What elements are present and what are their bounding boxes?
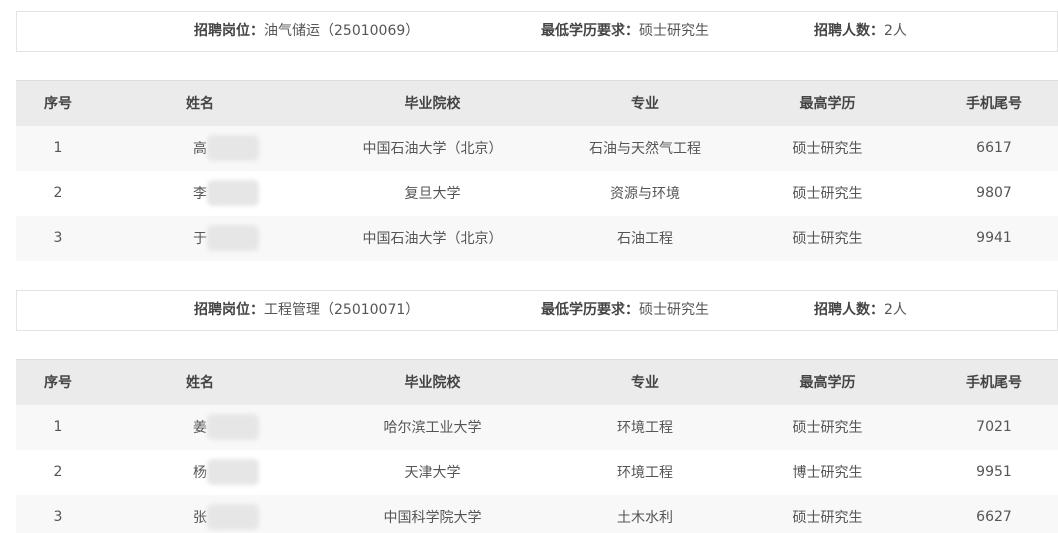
cell-phone: 6617 (930, 125, 1058, 171)
position-value: 油气储运（25010069） (264, 23, 420, 39)
min-education-label: 最低学历要求： (541, 23, 639, 39)
cell-name: 姜 (100, 404, 300, 450)
cell-phone: 9951 (930, 449, 1058, 495)
hire-count-label: 招聘人数： (814, 302, 884, 318)
cell-school: 复旦大学 (300, 170, 565, 216)
header-major: 专业 (565, 359, 725, 405)
position-info-bar: 招聘岗位：工程管理（25010071） 最低学历要求：硕士研究生 招聘人数：2人 (16, 290, 1058, 331)
name-mask (207, 413, 259, 440)
cell-no: 2 (16, 170, 100, 216)
cell-degree: 硕士研究生 (725, 125, 930, 171)
position-info-bar: 招聘岗位：油气储运（25010069） 最低学历要求：硕士研究生 招聘人数：2人 (16, 11, 1058, 52)
header-phone: 手机尾号 (930, 359, 1058, 405)
table-row: 2 李 复旦大学 资源与环境 硕士研究生 9807 (16, 170, 1058, 216)
header-degree: 最高学历 (725, 80, 930, 126)
cell-school: 哈尔滨工业大学 (300, 404, 565, 450)
cell-phone: 7021 (930, 404, 1058, 450)
cell-degree: 硕士研究生 (725, 170, 930, 216)
header-no: 序号 (16, 80, 100, 126)
position-section: 招聘岗位：油气储运（25010069） 最低学历要求：硕士研究生 招聘人数：2人… (16, 11, 1058, 261)
header-school: 毕业院校 (300, 80, 565, 126)
cell-name: 高 (100, 125, 300, 171)
min-education-value: 硕士研究生 (639, 302, 709, 318)
position-field: 招聘岗位：油气储运（25010069） (194, 12, 419, 51)
cell-degree: 硕士研究生 (725, 215, 930, 261)
position-section: 招聘岗位：工程管理（25010071） 最低学历要求：硕士研究生 招聘人数：2人… (16, 290, 1058, 533)
name-text: 李 (193, 186, 207, 202)
hire-count-value: 2人 (884, 302, 907, 318)
name-text: 张 (193, 510, 207, 526)
cell-no: 3 (16, 215, 100, 261)
hire-count-value: 2人 (884, 23, 907, 39)
table-row: 1 高 中国石油大学（北京） 石油与天然气工程 硕士研究生 6617 (16, 125, 1058, 171)
position-label: 招聘岗位： (194, 23, 264, 39)
name-mask (207, 224, 259, 251)
cell-name: 于 (100, 215, 300, 261)
min-education-value: 硕士研究生 (639, 23, 709, 39)
position-field: 招聘岗位：工程管理（25010071） (194, 291, 419, 330)
header-major: 专业 (565, 80, 725, 126)
table-row: 3 于 中国石油大学（北京） 石油工程 硕士研究生 9941 (16, 215, 1058, 261)
min-education-label: 最低学历要求： (541, 302, 639, 318)
position-value: 工程管理（25010071） (264, 302, 420, 318)
name-mask (207, 179, 259, 206)
name-text: 于 (193, 231, 207, 247)
name-text: 杨 (193, 465, 207, 481)
page: 招聘岗位：油气储运（25010069） 最低学历要求：硕士研究生 招聘人数：2人… (0, 0, 1058, 533)
cell-major: 资源与环境 (565, 170, 725, 216)
header-degree: 最高学历 (725, 359, 930, 405)
cell-phone: 9807 (930, 170, 1058, 216)
cell-name: 李 (100, 170, 300, 216)
name-text: 姜 (193, 420, 207, 436)
table-header-row: 序号 姓名 毕业院校 专业 最高学历 手机尾号 (16, 80, 1058, 126)
position-label: 招聘岗位： (194, 302, 264, 318)
applicant-table: 序号 姓名 毕业院校 专业 最高学历 手机尾号 1 姜 哈尔滨工业大学 环境工程… (16, 359, 1058, 533)
cell-major: 石油工程 (565, 215, 725, 261)
cell-major: 环境工程 (565, 449, 725, 495)
min-education-field: 最低学历要求：硕士研究生 (541, 291, 709, 330)
name-mask (207, 134, 259, 161)
cell-name: 杨 (100, 449, 300, 495)
hire-count-field: 招聘人数：2人 (814, 291, 907, 330)
cell-school: 中国石油大学（北京） (300, 215, 565, 261)
header-no: 序号 (16, 359, 100, 405)
cell-no: 1 (16, 125, 100, 171)
header-name: 姓名 (100, 359, 300, 405)
name-text: 高 (193, 141, 207, 157)
table-row: 3 张 中国科学院大学 土木水利 硕士研究生 6627 (16, 494, 1058, 533)
table-row: 1 姜 哈尔滨工业大学 环境工程 硕士研究生 7021 (16, 404, 1058, 450)
cell-school: 天津大学 (300, 449, 565, 495)
cell-degree: 硕士研究生 (725, 494, 930, 533)
cell-school: 中国科学院大学 (300, 494, 565, 533)
cell-phone: 9941 (930, 215, 1058, 261)
name-mask (207, 503, 259, 530)
header-phone: 手机尾号 (930, 80, 1058, 126)
header-name: 姓名 (100, 80, 300, 126)
cell-no: 3 (16, 494, 100, 533)
min-education-field: 最低学历要求：硕士研究生 (541, 12, 709, 51)
cell-major: 石油与天然气工程 (565, 125, 725, 171)
table-header-row: 序号 姓名 毕业院校 专业 最高学历 手机尾号 (16, 359, 1058, 405)
cell-name: 张 (100, 494, 300, 533)
hire-count-field: 招聘人数：2人 (814, 12, 907, 51)
cell-degree: 硕士研究生 (725, 404, 930, 450)
hire-count-label: 招聘人数： (814, 23, 884, 39)
cell-major: 土木水利 (565, 494, 725, 533)
cell-school: 中国石油大学（北京） (300, 125, 565, 171)
name-mask (207, 458, 259, 485)
cell-no: 1 (16, 404, 100, 450)
table-row: 2 杨 天津大学 环境工程 博士研究生 9951 (16, 449, 1058, 495)
cell-phone: 6627 (930, 494, 1058, 533)
cell-major: 环境工程 (565, 404, 725, 450)
applicant-table: 序号 姓名 毕业院校 专业 最高学历 手机尾号 1 高 中国石油大学（北京） 石… (16, 80, 1058, 261)
cell-degree: 博士研究生 (725, 449, 930, 495)
header-school: 毕业院校 (300, 359, 565, 405)
cell-no: 2 (16, 449, 100, 495)
